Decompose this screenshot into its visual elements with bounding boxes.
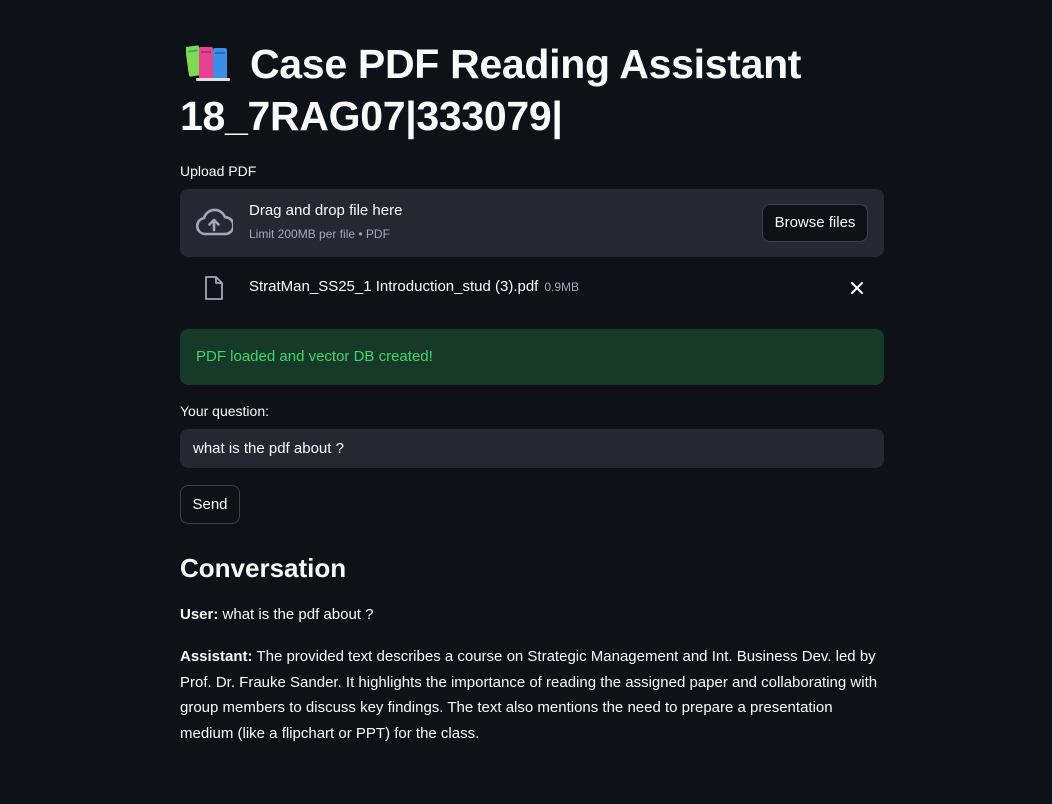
user-message-text: what is the pdf about ?: [222, 606, 374, 623]
user-message: User: what is the pdf about ?: [180, 602, 884, 628]
assistant-role-label: Assistant:: [180, 648, 253, 665]
send-button[interactable]: Send: [180, 485, 240, 524]
books-icon: [186, 45, 230, 81]
uploaded-file-row: StratMan_SS25_1 Introduction_stud (3).pd…: [180, 266, 884, 310]
uploaded-file-name: StratMan_SS25_1 Introduction_stud (3).pd…: [249, 278, 579, 295]
file-icon: [205, 276, 223, 300]
assistant-message: Assistant: The provided text describes a…: [180, 644, 884, 746]
file-dropzone[interactable]: Drag and drop file here Limit 200MB per …: [180, 189, 884, 257]
cloud-upload-icon: [195, 208, 233, 236]
conversation-heading: Conversation: [180, 553, 347, 583]
page-title: Case PDF Reading Assistant 18_7RAG07|333…: [180, 38, 884, 142]
title-line-2: 18_7RAG07|333079|: [180, 93, 563, 139]
user-role-label: User:: [180, 606, 219, 623]
assistant-message-text: The provided text describes a course on …: [180, 648, 878, 742]
question-label: Your question:: [180, 403, 269, 419]
success-message: PDF loaded and vector DB created!: [196, 348, 433, 365]
dropzone-limit: Limit 200MB per file • PDF: [249, 227, 390, 241]
file-size: 0.9MB: [544, 280, 580, 294]
upload-label: Upload PDF: [180, 163, 257, 179]
success-alert: PDF loaded and vector DB created!: [180, 329, 884, 385]
close-icon[interactable]: [848, 279, 866, 297]
file-name-text: StratMan_SS25_1 Introduction_stud (3).pd…: [249, 278, 539, 295]
browse-files-button[interactable]: Browse files: [762, 204, 868, 242]
question-input[interactable]: [180, 429, 884, 468]
dropzone-instruction: Drag and drop file here: [249, 202, 403, 219]
title-line-1: Case PDF Reading Assistant: [250, 41, 802, 87]
